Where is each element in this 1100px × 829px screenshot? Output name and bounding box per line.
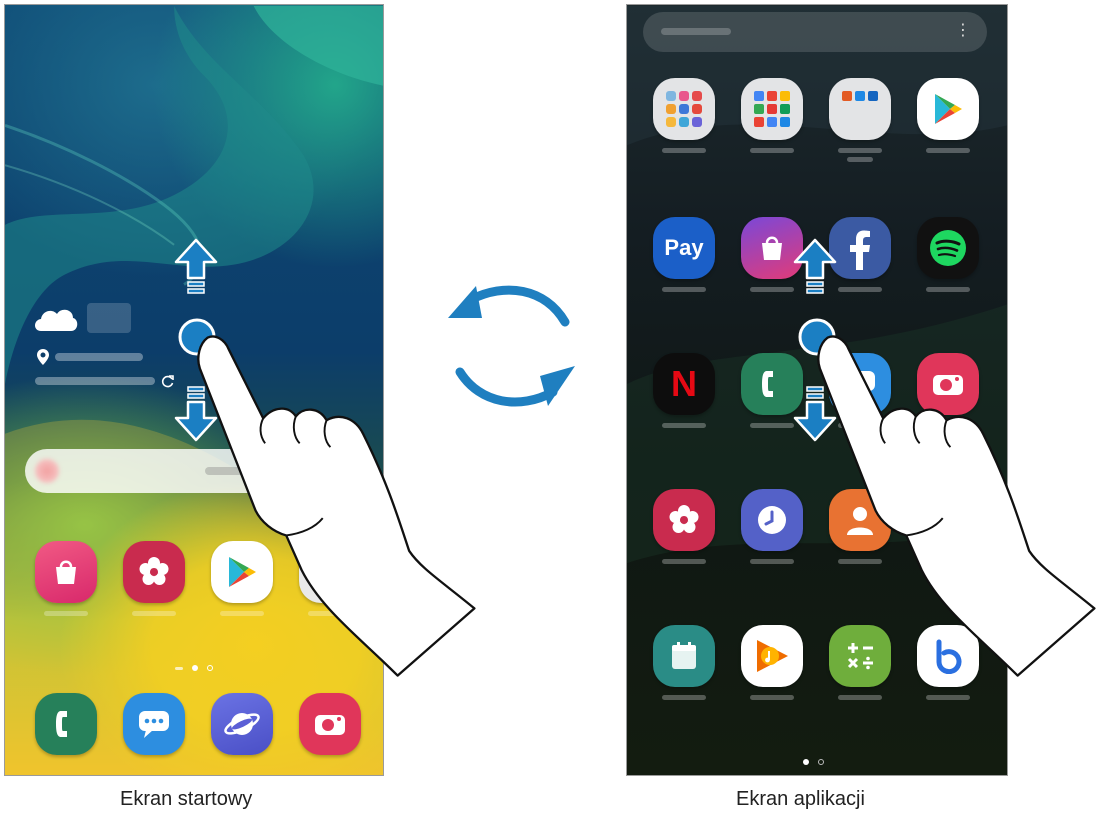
app-samsung-pay[interactable]: Pay [649, 217, 719, 292]
app-messages[interactable] [825, 353, 895, 428]
dock-camera[interactable] [295, 693, 365, 755]
refresh-icon[interactable] [161, 374, 175, 388]
swap-arrows-icon [448, 285, 575, 407]
chat-icon [123, 693, 185, 755]
app-galaxy-store[interactable] [737, 217, 807, 292]
google-g-icon [35, 459, 59, 483]
wallpaper-swirl [5, 6, 383, 774]
app-phone[interactable] [737, 353, 807, 428]
flower-icon [123, 541, 185, 603]
app-contacts[interactable] [825, 489, 895, 564]
apps-screen: ⋮ Pay N [626, 4, 1008, 776]
folder-icon [829, 78, 891, 140]
gear-icon [917, 489, 979, 551]
clock-icon [741, 489, 803, 551]
google-search-widget[interactable] [25, 449, 369, 493]
app-play-store[interactable] [913, 78, 983, 153]
location-pin-icon [37, 349, 49, 365]
planet-icon [211, 693, 273, 755]
app-google-folder[interactable] [737, 78, 807, 153]
folder-icon [653, 78, 715, 140]
caption-home-screen: Ekran startowy [120, 788, 253, 810]
app-galaxy-store[interactable] [31, 541, 101, 616]
bixby-icon [917, 625, 979, 687]
facebook-icon [829, 217, 891, 279]
app-play-music[interactable] [737, 625, 807, 700]
dock-messages[interactable] [119, 693, 189, 755]
netflix-icon: N [653, 353, 715, 415]
calendar-icon [653, 625, 715, 687]
play-triangle-icon [917, 78, 979, 140]
phone-icon [741, 353, 803, 415]
folder-icon [741, 78, 803, 140]
finder-search-bar[interactable]: ⋮ [643, 12, 987, 52]
app-calendar[interactable] [649, 625, 719, 700]
search-placeholder-blur [205, 467, 265, 475]
dock-internet[interactable] [207, 693, 277, 755]
app-samsung-folder[interactable] [649, 78, 719, 153]
camera-icon [299, 693, 361, 755]
page-indicator [803, 759, 824, 765]
cloud-icon [35, 309, 78, 331]
shopping-bag-icon [741, 217, 803, 279]
camera-icon [917, 353, 979, 415]
play-triangle-icon [211, 541, 273, 603]
app-camera[interactable] [913, 353, 983, 428]
dock-phone[interactable] [31, 693, 101, 755]
music-icon [741, 625, 803, 687]
app-play-store[interactable] [207, 541, 277, 616]
spotify-icon [917, 217, 979, 279]
temperature-blur [87, 303, 131, 333]
caption-apps-screen: Ekran aplikacji [736, 788, 865, 810]
app-gallery[interactable] [119, 541, 189, 616]
app-facebook[interactable] [825, 217, 895, 292]
updated-blur [35, 377, 155, 385]
chat-icon [829, 353, 891, 415]
person-icon [829, 489, 891, 551]
flower-icon [653, 489, 715, 551]
app-spotify[interactable] [913, 217, 983, 292]
app-microsoft-folder[interactable] [825, 78, 895, 162]
app-gallery[interactable] [649, 489, 719, 564]
folder-icon [299, 541, 361, 603]
app-google-folder[interactable] [295, 541, 365, 616]
page-indicator [175, 665, 213, 671]
location-blur [55, 353, 143, 361]
home-screen [4, 4, 384, 776]
app-calculator[interactable] [825, 625, 895, 700]
calculator-icon [829, 625, 891, 687]
app-netflix[interactable]: N [649, 353, 719, 428]
phone-icon [35, 693, 97, 755]
app-bixby[interactable] [913, 625, 983, 700]
more-options-icon[interactable]: ⋮ [955, 20, 971, 39]
app-settings[interactable] [913, 489, 983, 564]
finder-search-placeholder [661, 25, 731, 35]
pay-icon: Pay [653, 217, 715, 279]
shopping-bag-icon [35, 541, 97, 603]
app-clock[interactable] [737, 489, 807, 564]
